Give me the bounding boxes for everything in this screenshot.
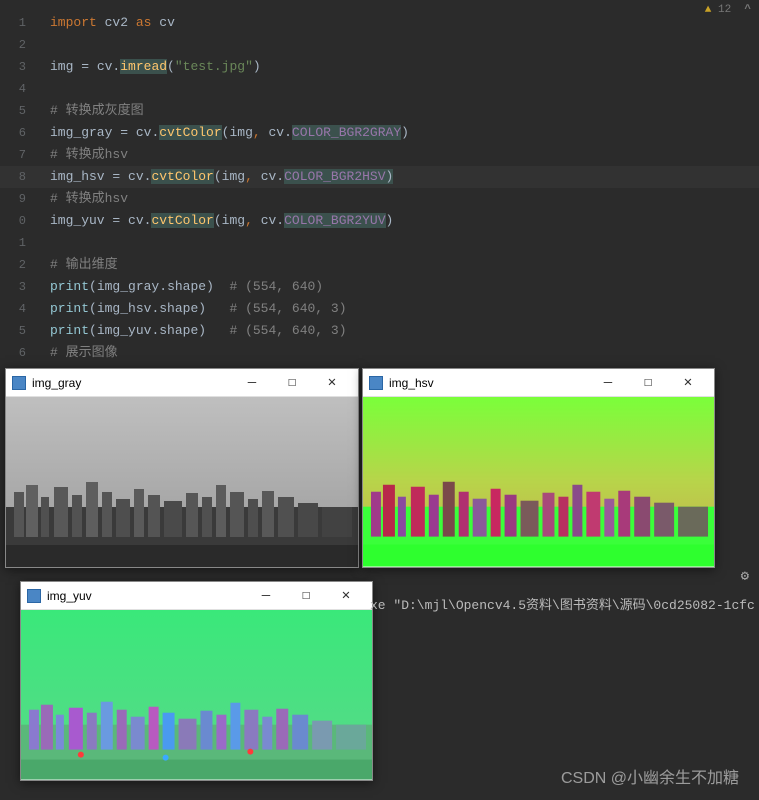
watermark: CSDN @小幽余生不加糖 bbox=[561, 764, 739, 788]
code-line: print(img_yuv.shape) # (554, 640, 3) bbox=[50, 320, 759, 342]
image-canvas-gray bbox=[6, 397, 358, 567]
window-title: img_yuv bbox=[47, 589, 246, 603]
image-canvas-yuv bbox=[21, 610, 372, 780]
console-output: xe "D:\mjl\Opencv4.5资料\图书资料\源码\0cd25082-… bbox=[370, 594, 755, 613]
code-line: img_gray = cv.cvtColor(img, cv.COLOR_BGR… bbox=[50, 122, 759, 144]
window-img-yuv[interactable]: img_yuv — ☐ ✕ bbox=[20, 581, 373, 781]
code-line: img_yuv = cv.cvtColor(img, cv.COLOR_BGR2… bbox=[50, 210, 759, 232]
maximize-button[interactable]: ☐ bbox=[628, 371, 668, 395]
titlebar[interactable]: img_yuv — ☐ ✕ bbox=[21, 582, 372, 610]
titlebar[interactable]: img_gray — ☐ ✕ bbox=[6, 369, 358, 397]
app-icon bbox=[27, 589, 41, 603]
minimize-button[interactable]: — bbox=[246, 584, 286, 608]
close-button[interactable]: ✕ bbox=[312, 371, 352, 395]
code-line: img = cv.imread("test.jpg") bbox=[50, 56, 759, 78]
gear-icon[interactable]: ⚙ bbox=[741, 568, 749, 585]
window-img-gray[interactable]: img_gray — ☐ ✕ bbox=[5, 368, 359, 568]
app-icon bbox=[369, 376, 383, 390]
window-title: img_gray bbox=[32, 376, 232, 390]
minimize-button[interactable]: — bbox=[588, 371, 628, 395]
code-line-current: img_hsv = cv.cvtColor(img, cv.COLOR_BGR2… bbox=[50, 166, 759, 188]
code-line: import cv2 as cv bbox=[50, 12, 759, 34]
line-gutter: 12345678901234567 bbox=[0, 12, 34, 386]
close-button[interactable]: ✕ bbox=[668, 371, 708, 395]
code-line: print(img_hsv.shape) # (554, 640, 3) bbox=[50, 298, 759, 320]
window-img-hsv[interactable]: img_hsv — ☐ ✕ bbox=[362, 368, 715, 568]
code-line: print(img_gray.shape) # (554, 640) bbox=[50, 276, 759, 298]
maximize-button[interactable]: ☐ bbox=[286, 584, 326, 608]
close-button[interactable]: ✕ bbox=[326, 584, 366, 608]
titlebar[interactable]: img_hsv — ☐ ✕ bbox=[363, 369, 714, 397]
minimize-button[interactable]: — bbox=[232, 371, 272, 395]
image-canvas-hsv bbox=[363, 397, 714, 567]
code-editor: ▲ 12 ^ 12345678901234567 import cv2 as c… bbox=[0, 0, 759, 370]
code-area[interactable]: import cv2 as cv img = cv.imread("test.j… bbox=[50, 12, 759, 364]
app-icon bbox=[12, 376, 26, 390]
maximize-button[interactable]: ☐ bbox=[272, 371, 312, 395]
window-title: img_hsv bbox=[389, 376, 588, 390]
